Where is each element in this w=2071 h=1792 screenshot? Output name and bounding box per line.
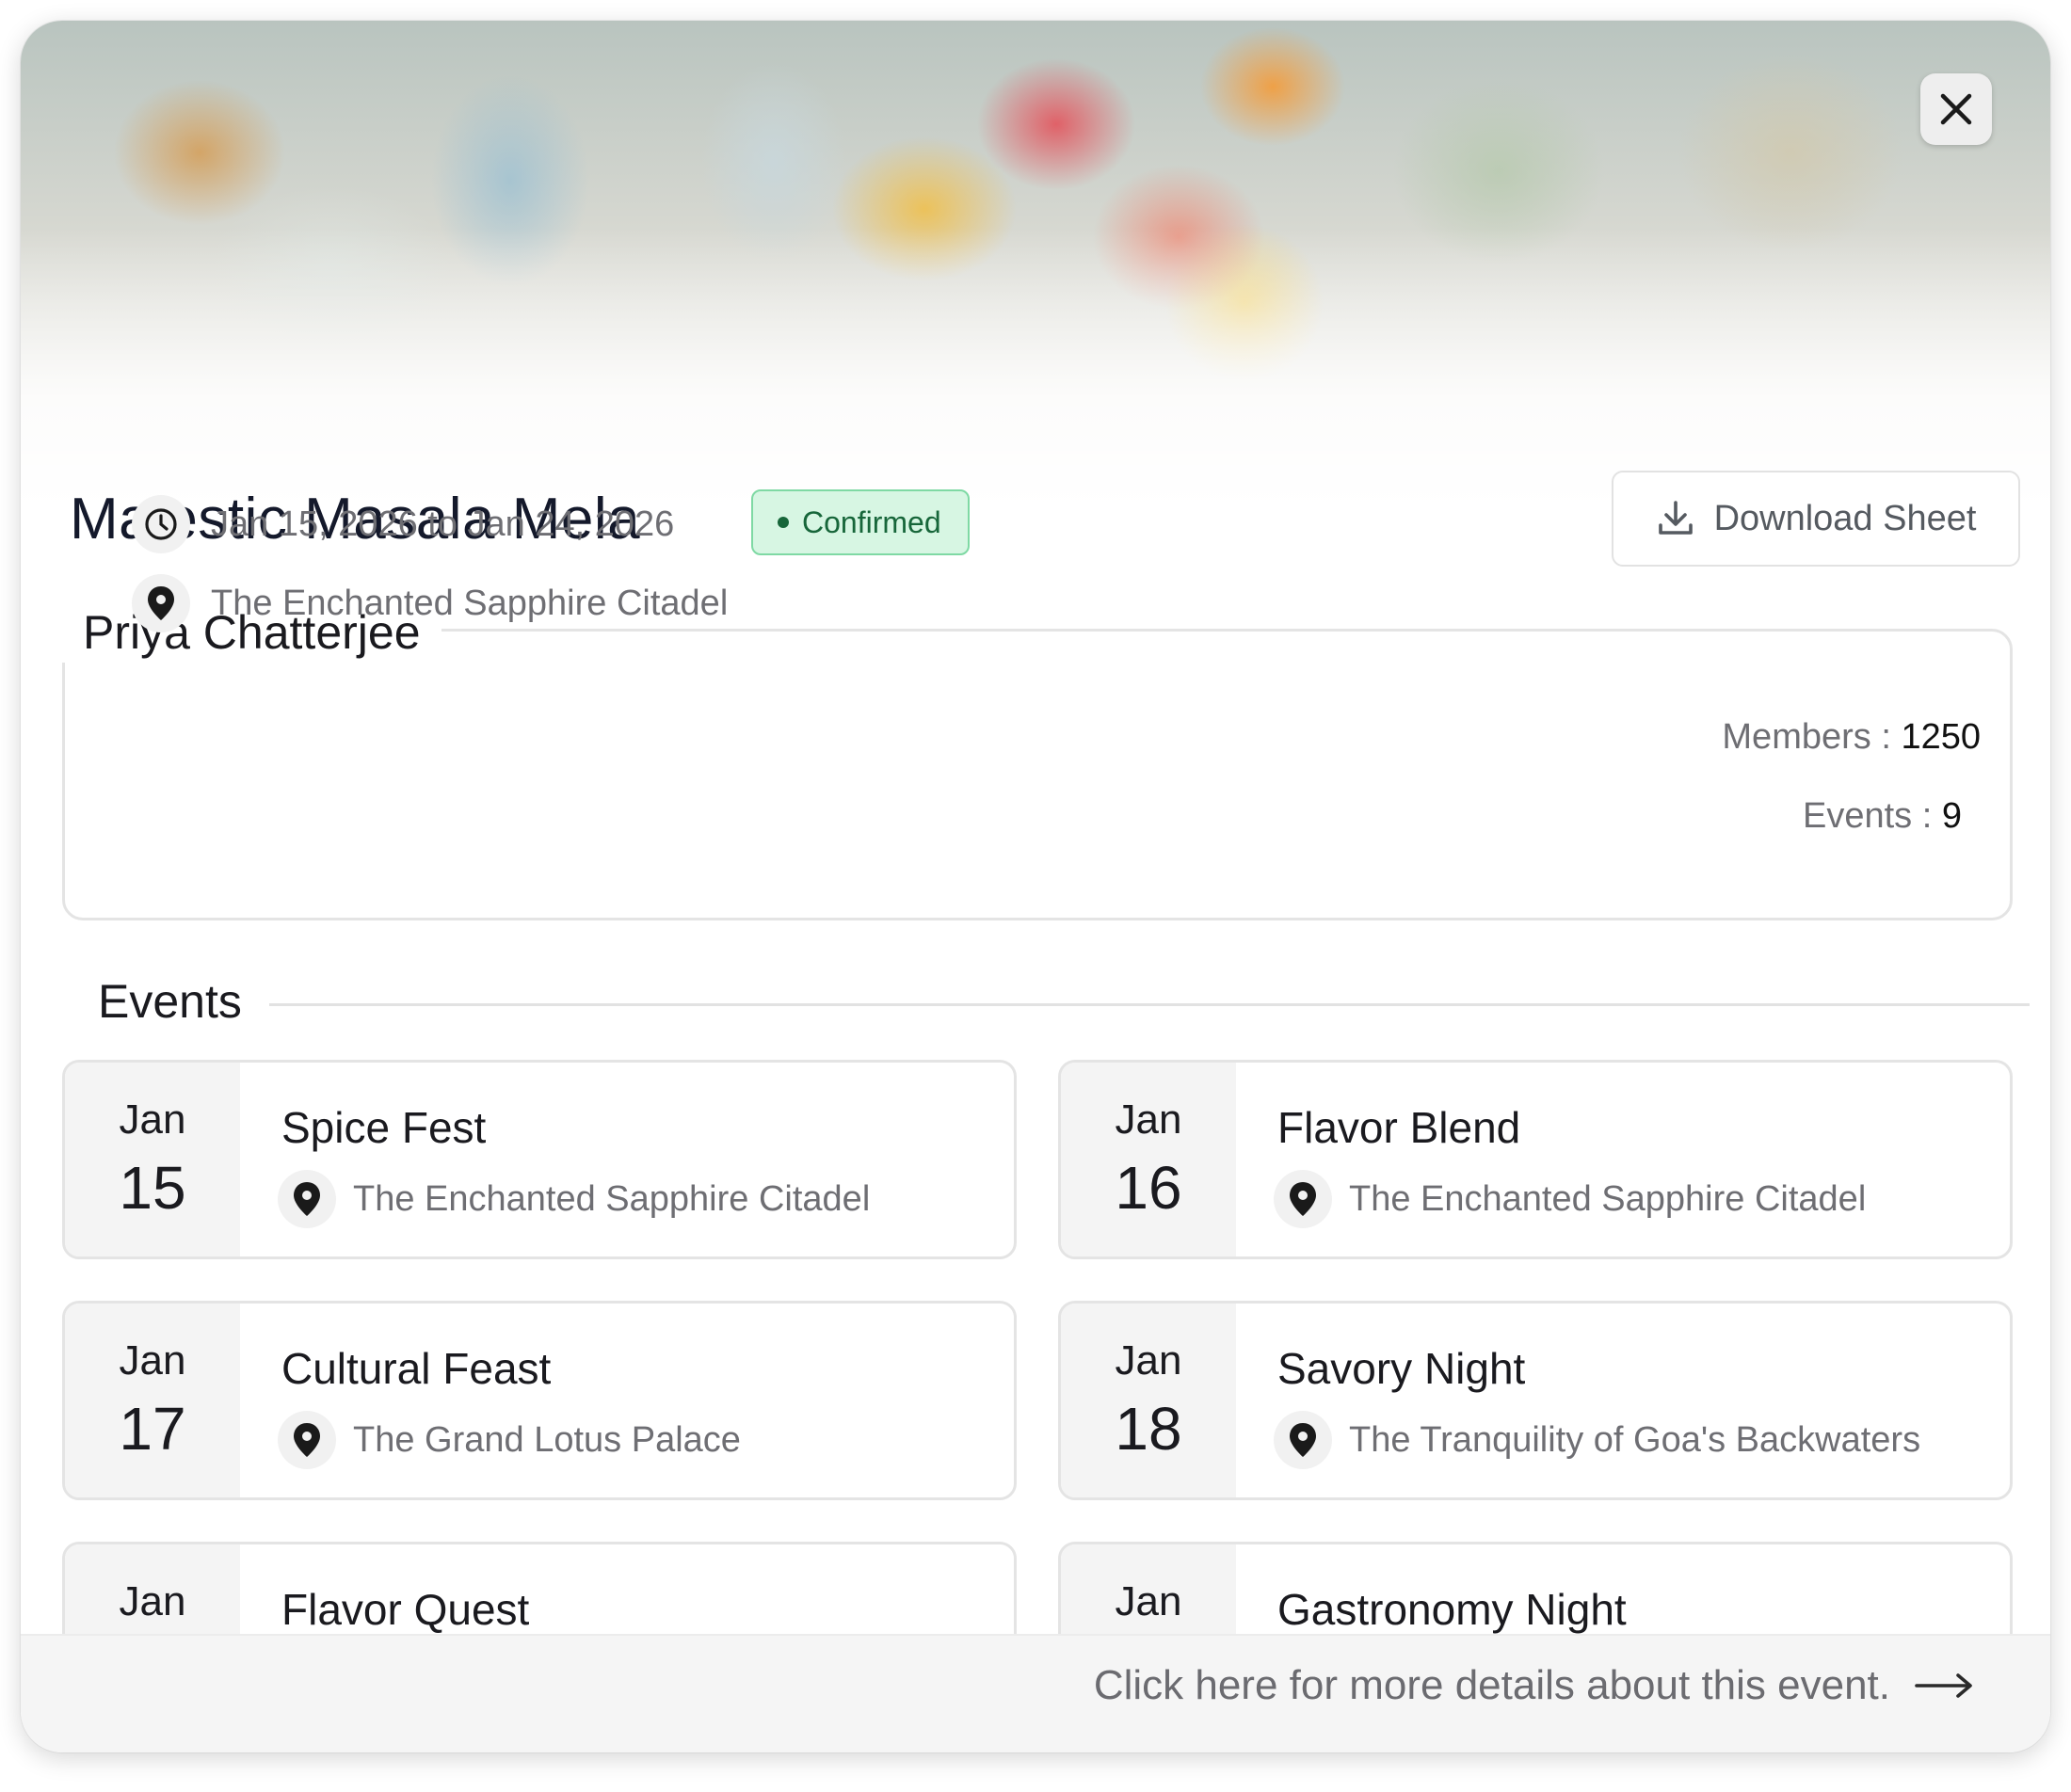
members-label: Members : — [1722, 717, 1902, 757]
download-icon — [1658, 501, 1693, 535]
event-venue-name: The Enchanted Sapphire Citadel — [353, 1178, 871, 1219]
members-value: 1250 — [1901, 717, 1981, 757]
event-card[interactable]: Jan 18 Savory Night The Tranquility of G… — [1058, 1301, 2013, 1500]
date-range-row: Jan 15, 2026 to Jan 24, 2026 — [132, 495, 674, 553]
download-sheet-label: Download Sheet — [1713, 498, 1977, 538]
events-heading: Events — [98, 975, 242, 1028]
event-name: Savory Night — [1277, 1344, 1526, 1393]
status-label: Confirmed — [802, 504, 941, 539]
status-dot — [778, 517, 789, 528]
event-venue: The Enchanted Sapphire Citadel — [278, 1170, 870, 1228]
event-venue: The Grand Lotus Palace — [278, 1411, 741, 1469]
event-date: Jan 18 — [1061, 1304, 1236, 1497]
location-pin-icon — [278, 1411, 336, 1469]
event-date: Jan 17 — [65, 1304, 240, 1497]
host-details-card — [62, 629, 2013, 920]
events-value: 9 — [1941, 796, 1962, 836]
events-label: Events : — [1803, 796, 1942, 836]
more-details-label: Click here for more details about this e… — [1093, 1662, 1890, 1708]
event-day: 18 — [1115, 1395, 1182, 1463]
members-count: Members : 1250 — [1722, 717, 1981, 758]
event-list: Jan 15 Spice Fest The Enchanted Sapphire… — [62, 1060, 2013, 1655]
close-icon — [1940, 93, 1972, 125]
event-name: Spice Fest — [281, 1103, 487, 1152]
events-divider — [269, 1003, 2030, 1006]
event-venue: The Tranquility of Goa's Backwaters — [1274, 1411, 1920, 1469]
more-details-link[interactable]: Click here for more details about this e… — [1094, 1662, 1975, 1709]
event-venue-name: The Tranquility of Goa's Backwaters — [1349, 1419, 1921, 1460]
event-card[interactable]: Jan 16 Flavor Blend The Enchanted Sapphi… — [1058, 1060, 2013, 1259]
event-date: Jan 15 — [65, 1063, 240, 1256]
location-pin-icon — [1274, 1170, 1332, 1228]
close-button[interactable] — [1920, 73, 1992, 145]
date-range: Jan 15, 2026 to Jan 24, 2026 — [211, 504, 675, 544]
event-day: 17 — [119, 1395, 186, 1463]
event-name: Flavor Quest — [281, 1585, 530, 1634]
event-date: Jan 16 — [1061, 1063, 1236, 1256]
event-month: Jan — [119, 1578, 186, 1624]
arrow-right-icon — [1915, 1673, 1972, 1698]
location-pin-icon — [132, 574, 190, 632]
event-day: 16 — [1115, 1154, 1182, 1222]
venue-name: The Enchanted Sapphire Citadel — [211, 583, 729, 623]
event-name: Cultural Feast — [281, 1344, 552, 1393]
events-count: Events : 9 — [1803, 796, 1962, 837]
footer-bar: Click here for more details about this e… — [21, 1634, 2050, 1752]
event-card[interactable]: Jan 15 Spice Fest The Enchanted Sapphire… — [62, 1060, 1017, 1259]
clock-icon — [132, 495, 190, 553]
location-pin-icon — [1274, 1411, 1332, 1469]
event-month: Jan — [119, 1337, 186, 1384]
event-month: Jan — [119, 1096, 186, 1143]
event-name: Flavor Blend — [1277, 1103, 1521, 1152]
event-day: 15 — [119, 1154, 186, 1222]
event-month: Jan — [1115, 1578, 1182, 1624]
event-venue: The Enchanted Sapphire Citadel — [1274, 1170, 1866, 1228]
status-badge: Confirmed — [751, 489, 970, 555]
event-venue-name: The Grand Lotus Palace — [353, 1419, 741, 1460]
event-venue-name: The Enchanted Sapphire Citadel — [1349, 1178, 1867, 1219]
event-name: Gastronomy Night — [1277, 1585, 1627, 1634]
download-sheet-button[interactable]: Download Sheet — [1612, 471, 2020, 567]
venue-row: The Enchanted Sapphire Citadel — [132, 574, 728, 632]
event-month: Jan — [1115, 1337, 1182, 1384]
event-month: Jan — [1115, 1096, 1182, 1143]
event-card[interactable]: Jan 17 Cultural Feast The Grand Lotus Pa… — [62, 1301, 1017, 1500]
hero-image — [21, 21, 2050, 510]
event-details-modal: Majestic Masala Mela Confirmed Download … — [21, 21, 2050, 1752]
location-pin-icon — [278, 1170, 336, 1228]
